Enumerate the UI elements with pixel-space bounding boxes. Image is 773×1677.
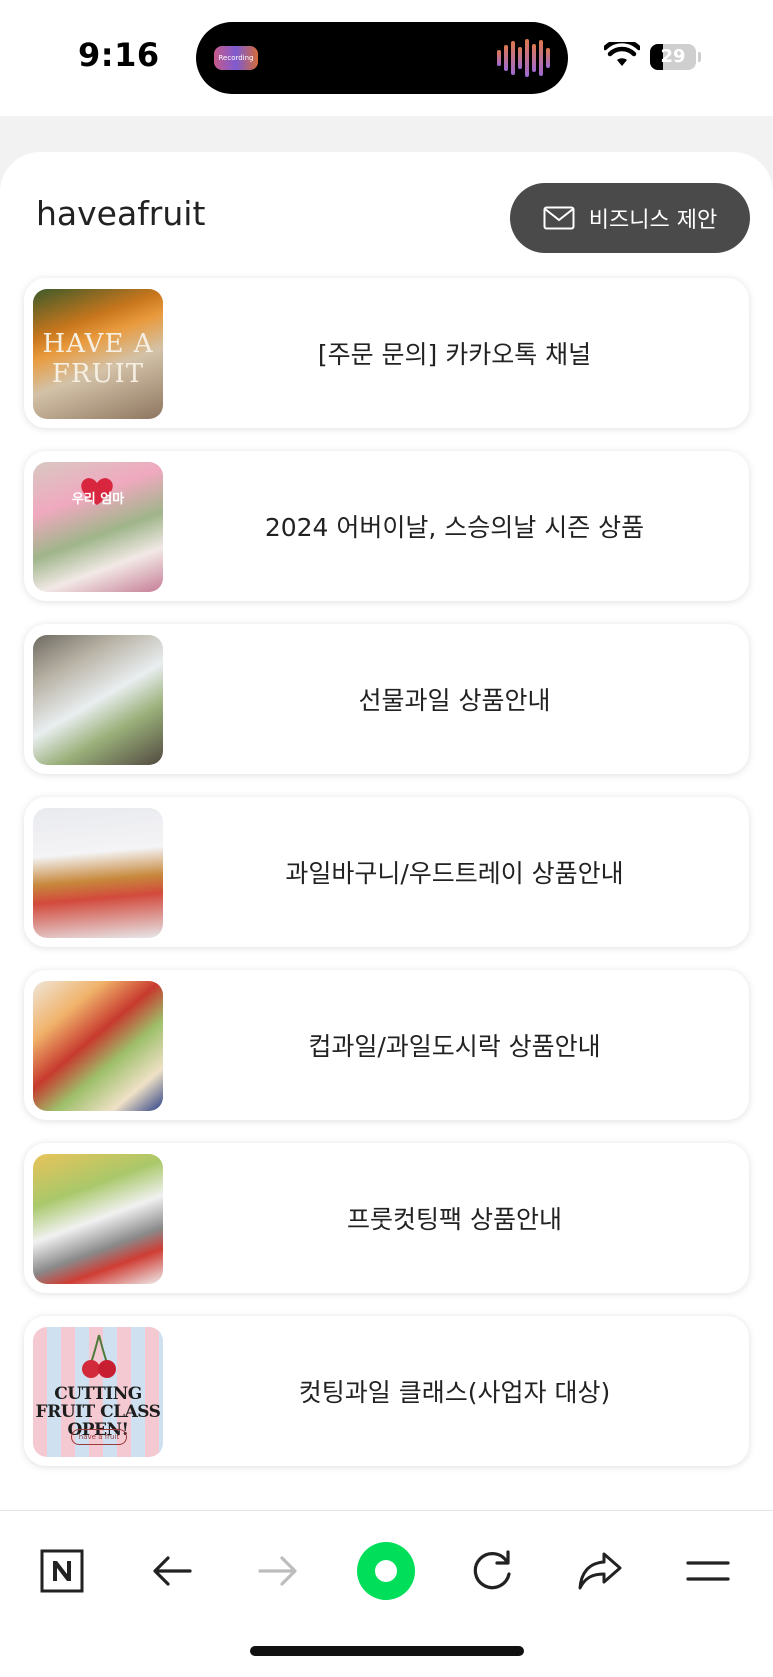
menu-button[interactable] <box>676 1539 740 1603</box>
forward-arrow-icon <box>258 1556 297 1586</box>
business-proposal-button[interactable]: 비즈니스 제안 <box>510 183 750 253</box>
refresh-icon <box>473 1550 511 1590</box>
link-list: HAVE A FRUIT [주문 문의] 카카오톡 채널 우리 엄마 2024 … <box>24 278 749 1489</box>
green-dot-icon <box>357 1542 415 1600</box>
link-label: [주문 문의] 카카오톡 채널 <box>317 340 592 369</box>
green-dot-button[interactable] <box>354 1539 418 1603</box>
status-time: 9:16 <box>78 36 160 74</box>
link-thumbnail <box>33 808 163 938</box>
naver-n-icon <box>40 1549 84 1593</box>
link-label: 컷팅과일 클래스(사업자 대상) <box>298 1378 611 1407</box>
back-button[interactable] <box>140 1539 204 1603</box>
link-card-kakao-channel[interactable]: HAVE A FRUIT [주문 문의] 카카오톡 채널 <box>24 278 749 428</box>
link-card-season-products[interactable]: 우리 엄마 2024 어버이날, 스승의날 시즌 상품 <box>24 451 749 601</box>
link-thumbnail <box>33 1154 163 1284</box>
audio-waveform-icon <box>497 38 550 78</box>
battery-icon: 29 <box>650 44 696 70</box>
status-bar: 9:16 Recording 29 <box>0 0 773 116</box>
link-thumbnail: CUTTING FRUIT CLASS OPEN! have a fruit <box>33 1327 163 1457</box>
home-indicator[interactable] <box>250 1646 524 1656</box>
cherry-icon <box>82 1334 116 1378</box>
dynamic-island[interactable]: Recording <box>196 22 568 94</box>
thumbnail-subtext: have a fruit <box>71 1429 127 1445</box>
link-label: 프룻컷팅팩 상품안내 <box>347 1205 562 1234</box>
business-proposal-label: 비즈니스 제안 <box>588 208 718 233</box>
thumbnail-logo-text: HAVE A FRUIT <box>42 329 154 389</box>
thumbnail-text: 우리 엄마 <box>71 492 125 507</box>
wifi-icon <box>604 42 640 66</box>
link-card-gift-fruit[interactable]: 선물과일 상품안내 <box>24 624 749 774</box>
link-card-cup-fruit[interactable]: 컵과일/과일도시락 상품안내 <box>24 970 749 1120</box>
battery-tip <box>698 52 701 62</box>
forward-button[interactable] <box>246 1539 310 1603</box>
menu-icon <box>686 1561 730 1581</box>
share-button[interactable] <box>568 1539 632 1603</box>
recording-indicator: Recording <box>214 46 258 70</box>
naver-home-button[interactable] <box>30 1539 94 1603</box>
link-label: 과일바구니/우드트레이 상품안내 <box>285 859 624 888</box>
profile-name: haveafruit <box>36 194 206 233</box>
profile-sheet: haveafruit 비즈니스 제안 HAVE A FRUIT [주문 문의] … <box>0 152 773 1510</box>
share-icon <box>578 1552 622 1590</box>
link-thumbnail: HAVE A FRUIT <box>33 289 163 419</box>
link-card-cutting-class[interactable]: CUTTING FRUIT CLASS OPEN! have a fruit 컷… <box>24 1316 749 1466</box>
link-label: 컵과일/과일도시락 상품안내 <box>308 1032 601 1061</box>
link-card-fruit-cutting-pack[interactable]: 프룻컷팅팩 상품안내 <box>24 1143 749 1293</box>
refresh-button[interactable] <box>460 1539 524 1603</box>
mail-icon <box>543 206 575 230</box>
back-arrow-icon <box>153 1556 192 1586</box>
link-thumbnail <box>33 635 163 765</box>
link-label: 선물과일 상품안내 <box>358 686 551 715</box>
battery-level: 29 <box>660 46 686 67</box>
link-thumbnail <box>33 981 163 1111</box>
link-thumbnail: 우리 엄마 <box>33 462 163 592</box>
link-label: 2024 어버이날, 스승의날 시즌 상품 <box>264 513 645 542</box>
link-card-fruit-basket[interactable]: 과일바구니/우드트레이 상품안내 <box>24 797 749 947</box>
